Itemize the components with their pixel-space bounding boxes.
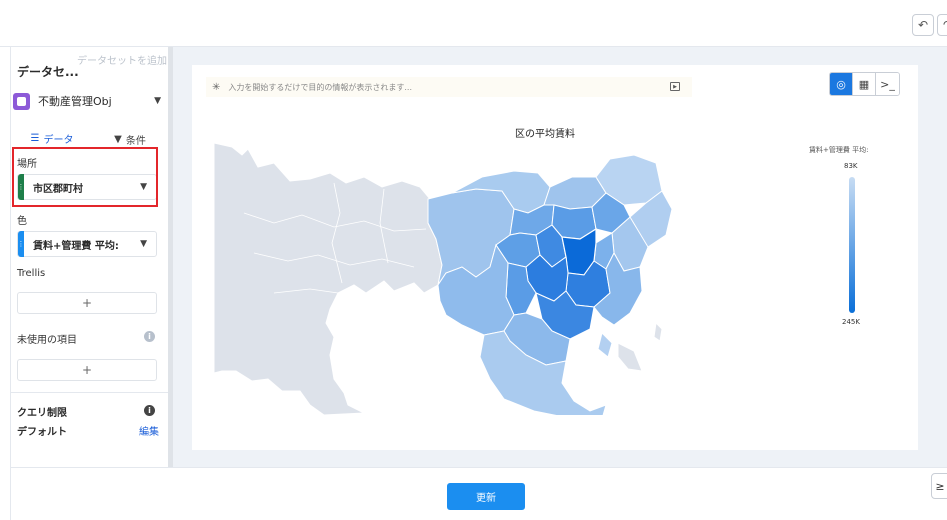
redo-icon[interactable]: ↷ — [937, 14, 947, 36]
tab-data-label: データ — [43, 134, 74, 146]
undo-icon[interactable]: ↶ — [912, 14, 934, 36]
object-icon — [13, 92, 30, 110]
update-button[interactable]: 更新 — [447, 483, 525, 510]
sidebar-tabs: ☰ データ ▼ 条件 — [13, 129, 169, 149]
object-selector[interactable]: 不動産管理Obj ▼ — [13, 91, 161, 111]
color-label: 色 — [17, 216, 27, 227]
color-field-label: 賃料+管理費 平均: — [33, 240, 119, 252]
drag-handle-icon[interactable]: ⋮ — [18, 231, 25, 257]
legend-top-value: 83K — [844, 162, 858, 170]
tab-conditions[interactable]: ▼ 条件 — [91, 129, 169, 149]
tab-data[interactable]: ☰ データ — [13, 129, 91, 149]
trellis-label: Trellis — [17, 268, 46, 279]
map-region-west[interactable] — [214, 143, 443, 415]
tab-conditions-label: 条件 — [125, 135, 146, 147]
add-dataset-link[interactable]: データセットを追加 — [77, 52, 167, 72]
left-rail — [0, 47, 11, 520]
search-bar[interactable]: ✳ 入力を開始するだけで目的の情報が表示されます... ▶ — [206, 77, 692, 97]
object-label: 不動産管理Obj — [38, 95, 112, 108]
top-toolbar: ↶ ↷ — [0, 0, 947, 47]
default-label: デフォルト — [17, 427, 67, 438]
query-limit-label: クエリ制限 — [17, 408, 67, 419]
undo-redo-group: ↶ ↷ — [912, 14, 947, 36]
map-region-bay-island-3[interactable] — [653, 321, 663, 342]
info-icon[interactable]: i — [144, 331, 155, 342]
unused-fields-label: 未使用の項目 — [17, 335, 77, 346]
play-icon[interactable]: ▶ — [670, 82, 680, 91]
edit-link[interactable]: 編集 — [139, 423, 159, 438]
legend-bottom-value: 245K — [842, 318, 860, 326]
sparkle-icon: ✳ — [212, 81, 221, 93]
choropleth-map[interactable] — [214, 143, 674, 415]
view-toggle: ◎ ▦ >_ — [829, 72, 900, 96]
console-icon[interactable]: >_ — [876, 73, 899, 95]
info-icon[interactable]: i — [144, 405, 155, 416]
search-input[interactable]: 入力を開始するだけで目的の情報が表示されます... — [228, 82, 412, 93]
legend-gradient-bar — [849, 177, 855, 313]
color-field-pill[interactable]: ⋮ 賃料+管理費 平均: ▼ — [17, 231, 157, 257]
field-sidebar: データセ... データセットを追加 不動産管理Obj ▼ ☰ データ ▼ 条件 … — [11, 47, 173, 467]
unused-add-button[interactable]: + — [17, 359, 157, 381]
table-icon[interactable]: ▦ — [853, 73, 876, 95]
chart-title: 区の平均賃料 — [515, 129, 575, 140]
chevron-down-icon[interactable]: ▼ — [140, 239, 147, 249]
filter-icon: ▼ — [114, 133, 122, 145]
globe-icon[interactable]: ◎ — [830, 73, 853, 95]
map-region-bay-island-1[interactable] — [597, 332, 613, 358]
dataset-title: データセ... — [17, 65, 79, 79]
chevron-down-icon: ▼ — [154, 96, 161, 106]
trellis-add-button[interactable]: + — [17, 292, 157, 314]
list-icon: ☰ — [30, 132, 40, 144]
collapse-panel-icon[interactable]: ≥ — [931, 473, 947, 499]
map-region-bay-island-2[interactable] — [617, 342, 643, 372]
chart-card: ✳ 入力を開始するだけで目的の情報が表示されます... ▶ ◎ ▦ >_ 区の平… — [192, 65, 918, 450]
divider — [11, 392, 173, 393]
highlight-box — [12, 147, 158, 207]
legend-title: 賃料+管理費 平均: — [809, 146, 869, 154]
